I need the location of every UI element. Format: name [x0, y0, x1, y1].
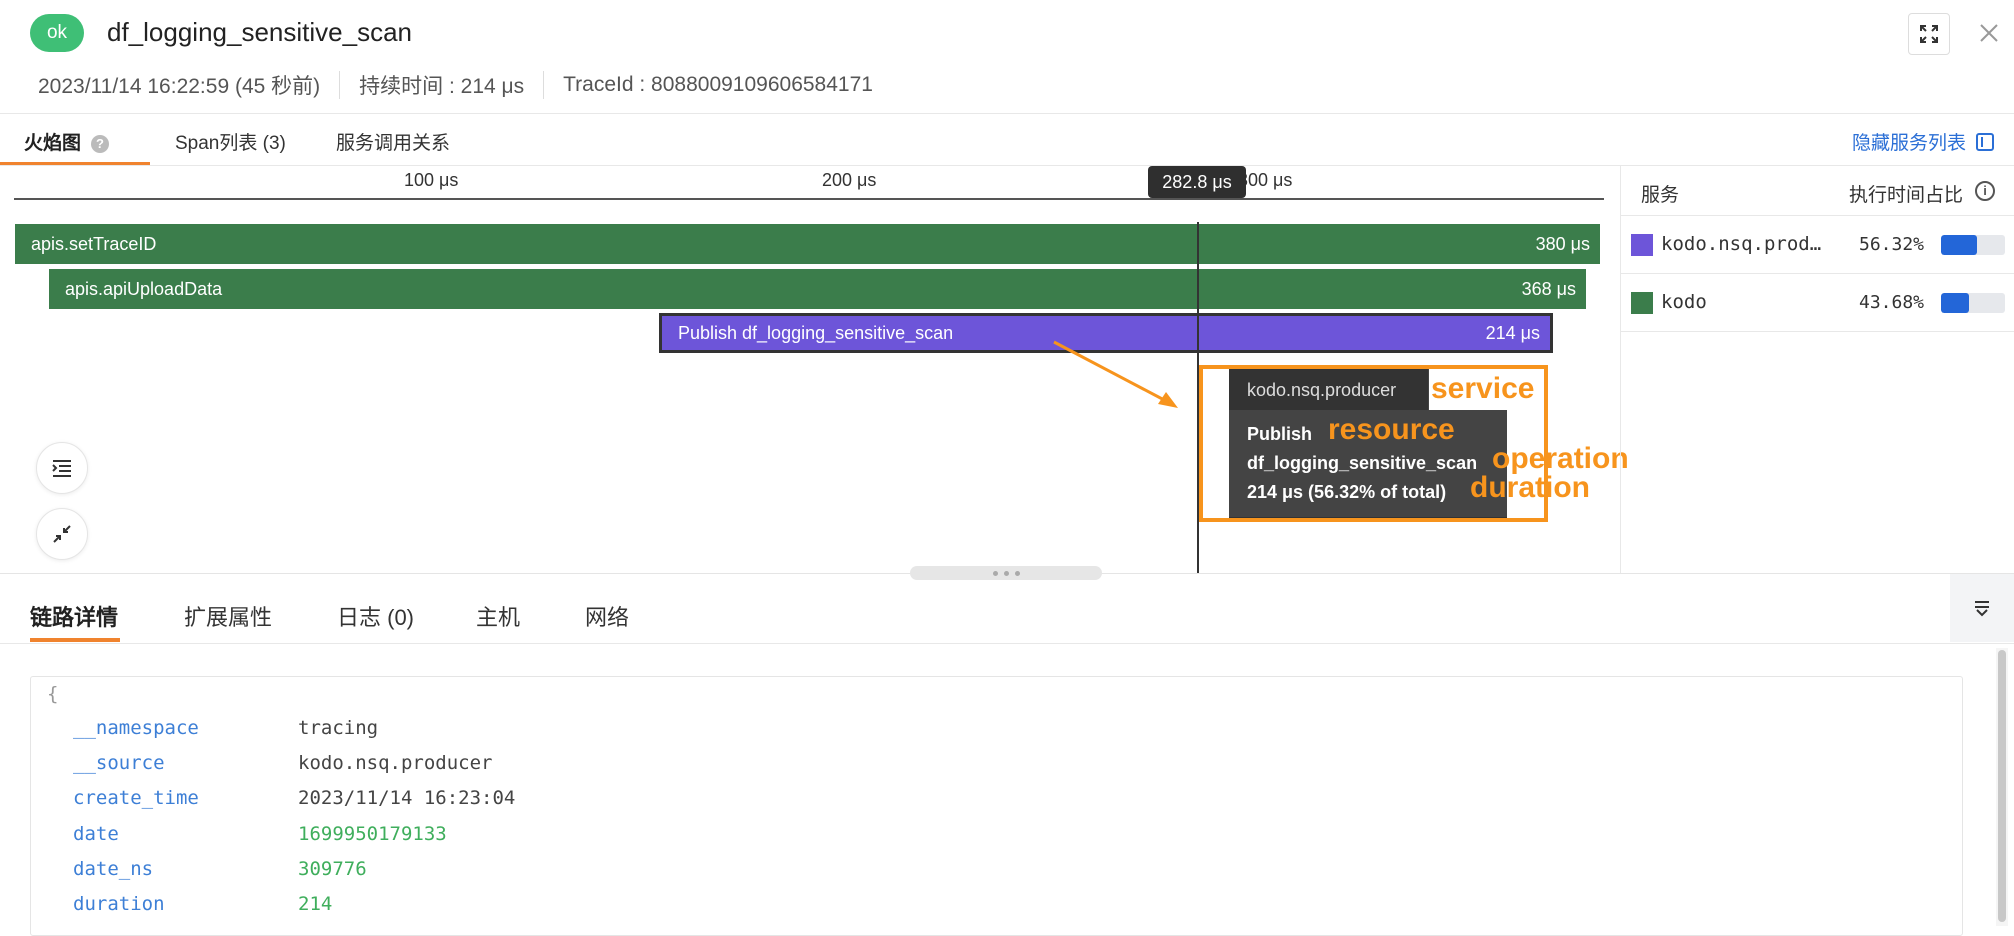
service-percentage: 56.32% [1859, 234, 1925, 255]
active-tab-underline [30, 638, 120, 642]
page-title: df_logging_sensitive_scan [107, 17, 412, 47]
hide-service-list-label: 隐藏服务列表 [1851, 133, 1966, 154]
service-name: kodo.nsq.prod… [1661, 233, 1822, 255]
json-value: kodo.nsq.producer [298, 752, 493, 774]
json-key: date [73, 823, 119, 845]
axis-tick: 100 μs [404, 170, 459, 190]
trace-duration: 持续时间 : 214 μs [359, 75, 525, 98]
tab-flame-graph[interactable]: 火焰图? [24, 128, 110, 155]
json-value: 1699950179133 [298, 823, 447, 845]
hide-service-list-link[interactable]: 隐藏服务列表 [1852, 128, 1994, 155]
json-key: date_ns [73, 858, 154, 880]
view-tabs: 火焰图? Span列表 (3) 服务调用关系 隐藏服务列表 [0, 114, 2014, 166]
tab-flame-graph-label: 火焰图 [24, 133, 82, 154]
axis-tick: 200 μs [822, 170, 877, 190]
span-bar[interactable]: apis.setTraceID 380 μs [15, 224, 1600, 264]
json-value: 2023/11/14 16:23:04 [298, 787, 516, 809]
service-row[interactable]: kodo 43.68% [1621, 274, 2014, 332]
flame-graph[interactable]: 100 μs 200 μs 300 μs apis.setTraceID 380… [0, 166, 1629, 574]
service-column-header: 服务 [1641, 185, 1680, 206]
service-list-panel: 服务 执行时间占比 i kodo.nsq.prod… 56.32% kodo 4… [1620, 166, 2014, 573]
axis-tick: 300 μs [1238, 170, 1293, 190]
annotation-duration: duration [1470, 471, 1590, 504]
annotation-arrow-icon [1053, 340, 1178, 408]
span-bar[interactable]: apis.apiUploadData 368 μs [49, 269, 1586, 309]
json-key: create_time [73, 787, 199, 809]
trace-id: TraceId : 8088009109606584171 [563, 73, 873, 96]
json-key: __namespace [73, 717, 199, 739]
status-badge: ok [30, 14, 84, 52]
tab-span-list[interactable]: Span列表 (3) [175, 128, 286, 155]
json-key: __source [73, 752, 165, 774]
service-list-header: 服务 执行时间占比 i [1621, 166, 2014, 216]
scrollbar-thumb[interactable] [1998, 650, 2006, 922]
close-icon [1980, 24, 1998, 42]
divider [543, 71, 545, 99]
scrollbar[interactable] [1996, 648, 2008, 926]
span-duration: 368 μs [1521, 278, 1576, 299]
service-progress-bar [1941, 293, 2005, 313]
tab-host[interactable]: 主机 [476, 600, 520, 632]
json-value: tracing [298, 717, 379, 739]
trace-header: ok df_logging_sensitive_scan 2023/11/14 … [0, 0, 2014, 114]
collapse-view-button[interactable] [36, 508, 88, 560]
tab-trace-detail[interactable]: 链路详情 [30, 600, 118, 632]
annotation-resource: resource [1328, 413, 1455, 446]
info-icon[interactable]: i [1975, 181, 1995, 201]
span-name: apis.apiUploadData [65, 278, 223, 299]
trace-meta: 2023/11/14 16:22:59 (45 秒前) 持续时间 : 214 μ… [38, 70, 873, 100]
shrink-icon [53, 525, 71, 543]
json-value: 214 [298, 893, 333, 915]
service-color-swatch [1631, 292, 1653, 314]
ratio-column-header: 执行时间占比 [1849, 185, 1964, 206]
close-button[interactable] [1974, 18, 2004, 48]
json-key: duration [73, 893, 165, 915]
trace-detail-json: { __namespace tracing __source kodo.nsq.… [30, 676, 1963, 936]
span-duration: 214 μs [1485, 322, 1540, 343]
panel-toggle-icon [1976, 132, 1994, 151]
list-indent-icon [52, 460, 71, 477]
annotation-service: service [1431, 372, 1535, 405]
span-name: Publish df_logging_sensitive_scan [678, 322, 954, 343]
tab-extended-attributes[interactable]: 扩展属性 [184, 600, 272, 632]
trace-timestamp: 2023/11/14 16:22:59 (45 秒前) [38, 75, 321, 98]
fullscreen-button[interactable] [1908, 13, 1950, 55]
time-cursor-label: 282.8 μs [1148, 166, 1246, 198]
divider [339, 71, 341, 99]
collapse-down-icon [1975, 601, 1989, 617]
help-icon[interactable]: ? [91, 135, 110, 153]
json-brace: { [47, 683, 59, 705]
fullscreen-icon [1920, 25, 1938, 43]
json-value: 309776 [298, 858, 367, 880]
tab-network[interactable]: 网络 [585, 600, 629, 632]
time-axis [14, 198, 1604, 200]
tab-logs[interactable]: 日志 (0) [337, 600, 414, 632]
service-percentage: 43.68% [1859, 292, 1925, 313]
service-name: kodo [1661, 291, 1707, 313]
collapse-panel-button[interactable] [1950, 574, 2014, 642]
service-progress-fill [1941, 235, 1978, 255]
service-progress-bar [1941, 235, 2005, 255]
active-tab-underline [0, 162, 150, 165]
service-progress-fill [1941, 293, 1969, 313]
span-name: apis.setTraceID [31, 233, 157, 254]
tab-service-relation[interactable]: 服务调用关系 [336, 128, 450, 155]
list-view-button[interactable] [36, 442, 88, 494]
detail-tabs: 链路详情 扩展属性 日志 (0) 主机 网络 [0, 574, 2014, 644]
service-row[interactable]: kodo.nsq.prod… 56.32% [1621, 216, 2014, 274]
service-color-swatch [1631, 234, 1653, 256]
span-duration: 380 μs [1535, 233, 1590, 254]
